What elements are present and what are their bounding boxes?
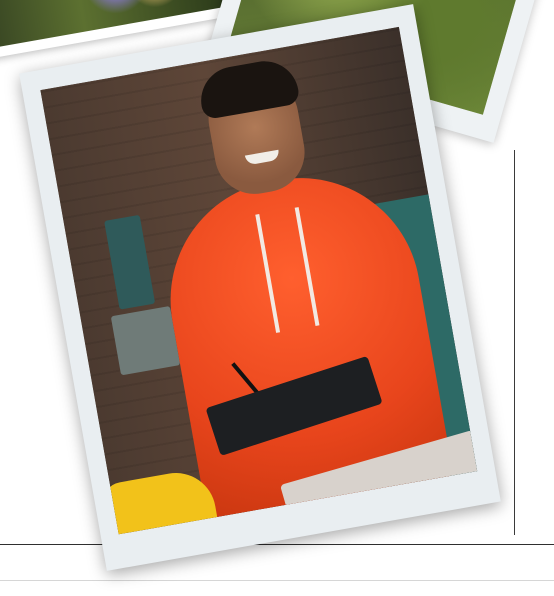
footer-divider <box>0 580 554 581</box>
front-photo-image <box>40 26 478 535</box>
photo-shelf-box <box>110 305 181 376</box>
vertical-divider <box>514 150 515 535</box>
page: nder ock. ck. <box>0 0 554 596</box>
section-divider <box>0 544 554 545</box>
